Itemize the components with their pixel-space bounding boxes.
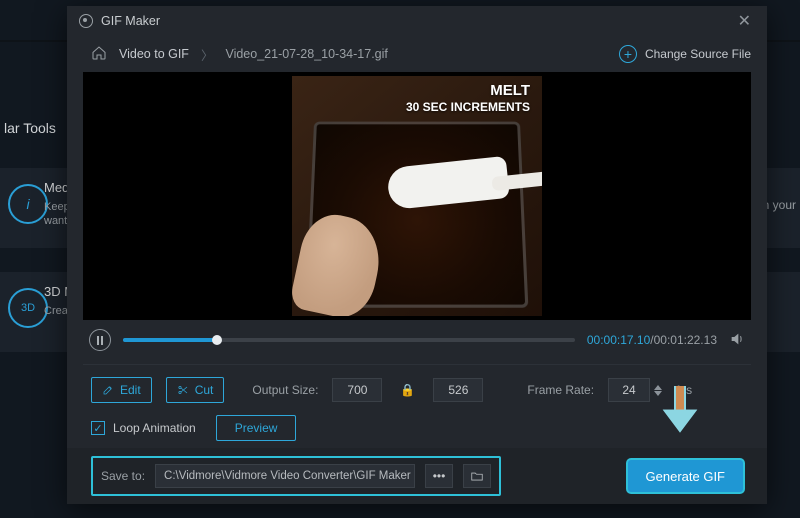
time-display: 00:00:17.10/00:01:22.13	[587, 333, 717, 347]
fps-up-icon[interactable]	[654, 385, 662, 390]
window-title: GIF Maker	[101, 14, 160, 28]
video-preview[interactable]: MELT 30 SEC INCREMENTS	[83, 72, 751, 320]
volume-icon[interactable]	[729, 331, 745, 350]
lock-icon[interactable]: 🔒	[396, 383, 419, 397]
open-folder-button[interactable]	[463, 464, 491, 488]
crumb-file: Video_21-07-28_10-34-17.gif	[225, 47, 387, 61]
fps-value[interactable]: 24	[608, 378, 650, 402]
playback-bar: 00:00:17.10/00:01:22.13	[83, 320, 751, 360]
threed-icon: 3D	[8, 288, 48, 328]
breadcrumb: Video to GIF 〉 Video_21-07-28_10-34-17.g…	[67, 36, 767, 72]
height-input[interactable]: 526	[433, 378, 483, 402]
cut-button[interactable]: Cut	[166, 377, 225, 403]
info-icon: i	[8, 184, 48, 224]
fps-down-icon[interactable]	[654, 391, 662, 396]
checkbox-checked-icon: ✓	[91, 421, 105, 435]
loop-label: Loop Animation	[113, 421, 196, 435]
app-icon	[79, 14, 93, 28]
save-path-field[interactable]: C:\Vidmore\Vidmore Video Converter\GIF M…	[155, 464, 415, 488]
frame-rate-label: Frame Rate:	[527, 383, 594, 397]
home-icon[interactable]	[91, 45, 107, 64]
more-button[interactable]: •••	[425, 464, 453, 488]
bg-section-heading: lar Tools	[4, 120, 56, 136]
close-button[interactable]: ✕	[734, 7, 755, 35]
width-input[interactable]: 700	[332, 378, 382, 402]
video-overlay-text: MELT 30 SEC INCREMENTS	[292, 82, 530, 116]
plus-circle-icon: +	[619, 45, 637, 63]
output-size-label: Output Size:	[252, 383, 318, 397]
change-source-label: Change Source File	[645, 47, 751, 61]
generate-gif-button[interactable]: Generate GIF	[628, 460, 743, 492]
change-source-button[interactable]: + Change Source File	[619, 45, 751, 63]
gif-maker-window: GIF Maker ✕ Video to GIF 〉 Video_21-07-2…	[67, 6, 767, 504]
bg-card-title: Med	[44, 180, 69, 195]
footer-bar: Save to: C:\Vidmore\Vidmore Video Conver…	[67, 448, 767, 504]
tutorial-arrow-icon	[665, 386, 695, 436]
video-frame: MELT 30 SEC INCREMENTS	[292, 76, 542, 316]
loop-animation-checkbox[interactable]: ✓ Loop Animation	[91, 421, 196, 435]
fps-stepper[interactable]: 24	[608, 378, 662, 402]
edit-button[interactable]: Edit	[91, 377, 152, 403]
save-to-label: Save to:	[101, 469, 145, 483]
seek-slider[interactable]	[123, 338, 575, 342]
crumb-root[interactable]: Video to GIF	[119, 47, 189, 61]
chevron-right-icon: 〉	[201, 45, 214, 64]
save-to-group: Save to: C:\Vidmore\Vidmore Video Conver…	[91, 456, 501, 496]
titlebar: GIF Maker ✕	[67, 6, 767, 36]
pause-button[interactable]	[89, 329, 111, 351]
preview-button[interactable]: Preview	[216, 415, 297, 441]
settings-panel: Edit Cut Output Size: 700 🔒 526 Frame Ra…	[67, 365, 767, 445]
